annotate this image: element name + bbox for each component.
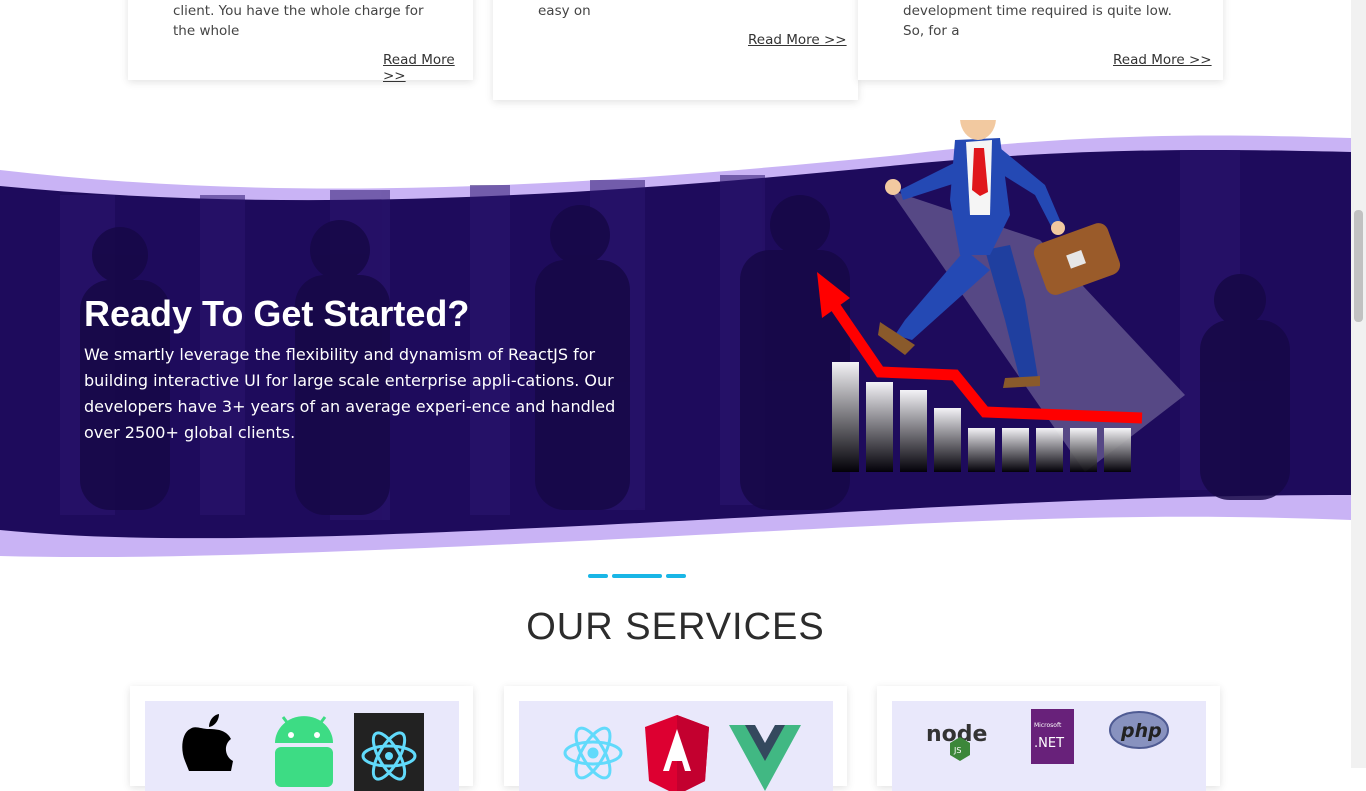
service-card-image	[145, 701, 459, 791]
service-card-image	[519, 701, 833, 791]
card-excerpt: easy on	[538, 3, 591, 19]
read-more-link[interactable]: Read More >>	[383, 52, 473, 84]
cta-description: We smartly leverage the flexibility and …	[84, 345, 616, 442]
apple-logo-icon	[182, 714, 233, 771]
cta-title: Ready To Get Started?	[84, 293, 470, 334]
cta-banner: Ready To Get Started? We smartly leverag…	[84, 292, 624, 446]
service-card-mobile[interactable]	[130, 686, 473, 791]
card-excerpt: client. You have the whole charge for th…	[173, 3, 424, 39]
read-more-link[interactable]: Read More >>	[748, 32, 847, 48]
card-excerpt: development time required is quite low. …	[903, 3, 1172, 39]
react-native-logo-icon	[354, 713, 424, 791]
vue-logo-icon	[729, 725, 801, 791]
angular-logo-icon	[645, 715, 709, 791]
php-logo-icon: php	[1109, 711, 1169, 749]
read-more-link[interactable]: Read More >>	[1113, 52, 1212, 68]
react-logo-icon	[563, 726, 623, 780]
scrollbar-thumb[interactable]	[1354, 210, 1363, 322]
svg-text:php: php	[1120, 720, 1162, 742]
service-card-3: development time required is quite low. …	[858, 0, 1223, 80]
service-card-2: easy on Read More >>	[493, 0, 858, 100]
svg-text:.NET: .NET	[1034, 736, 1064, 751]
section-divider	[666, 574, 686, 578]
service-card-frontend[interactable]	[504, 686, 847, 791]
android-logo-icon	[275, 716, 333, 787]
service-card-backend[interactable]: node JS Microsoft .NET php	[877, 686, 1220, 791]
svg-text:JS: JS	[953, 746, 961, 755]
services-heading: OUR SERVICES	[526, 606, 825, 648]
nodejs-logo-icon: node JS	[926, 722, 987, 761]
service-card-1: client. You have the whole charge for th…	[128, 0, 473, 84]
svg-text:Microsoft: Microsoft	[1034, 722, 1062, 729]
dotnet-logo-icon: Microsoft .NET	[1031, 709, 1074, 764]
section-divider	[612, 574, 662, 578]
page-scrollbar[interactable]	[1351, 0, 1366, 768]
section-divider	[588, 574, 608, 578]
service-card-image: node JS Microsoft .NET php	[892, 701, 1206, 791]
